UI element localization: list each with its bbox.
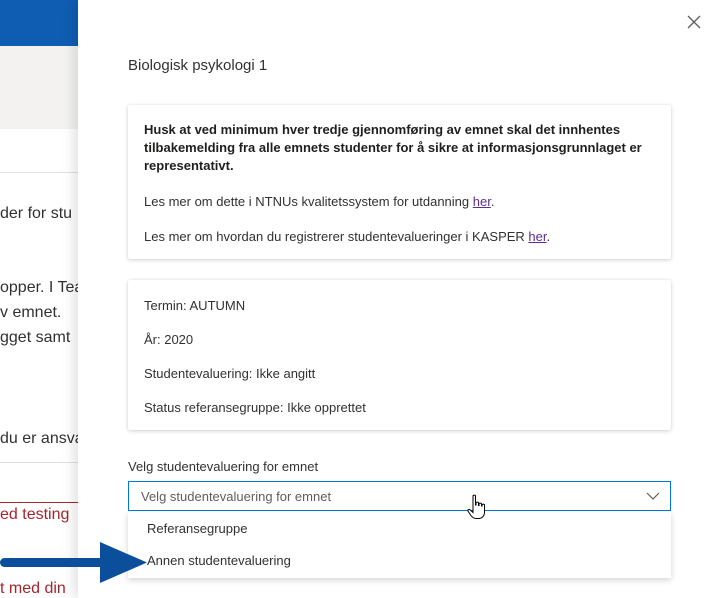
hand-pointer-cursor-icon [467,494,485,519]
background-text: gget samt [0,329,71,346]
background-error-text: ed testing [0,506,70,523]
background-text: v emnet. [0,304,62,321]
panel-title: Biologisk psykologi 1 [128,57,268,74]
dropdown-placeholder: Velg studentevaluering for emnet [141,489,332,504]
option-annen-studentevaluering[interactable]: Annen studentevaluering [128,545,671,577]
background-text: opper. I Tea [0,279,78,296]
info-card: Husk at ved minimum hver tredje gjennomf… [128,105,671,259]
dropdown-options-list: Referansegruppe Annen studentevaluering [128,512,671,578]
termin-text: Termin: AUTUMN [144,298,246,313]
option-referansegruppe[interactable]: Referansegruppe [128,513,671,545]
quality-system-link[interactable]: her [473,194,491,209]
info-notice: Husk at ved minimum hver tredje gjennomf… [144,122,642,173]
background-error-line [0,502,78,503]
side-panel: Biologisk psykologi 1 Husk at ved minimu… [78,0,722,598]
background-text: der for stu [0,205,73,222]
close-icon[interactable] [686,14,702,30]
info-line-quality-system: Les mer om dette i NTNUs kvalitetssystem… [144,194,495,209]
background-text: du er ansva [0,430,78,447]
details-card: Termin: AUTUMN År: 2020 Studentevaluerin… [128,280,671,430]
annotation-arrow-icon [0,542,147,583]
background-topbar [0,0,78,46]
evaluation-select-label: Velg studentevaluering for emnet [128,459,319,474]
year-text: År: 2020 [144,332,194,347]
background-header [0,46,78,129]
kasper-link[interactable]: her [528,229,546,244]
chevron-down-icon [646,492,660,500]
reference-group-status-text: Status referansegruppe: Ikke opprettet [144,400,366,415]
background-page: der for stu opper. I Tea v emnet. gget s… [0,0,78,598]
info-line-kasper: Les mer om hvordan du registrerer studen… [144,229,551,244]
student-evaluation-text: Studentevaluering: Ikke angitt [144,366,316,381]
background-divider [0,172,78,173]
background-divider [0,462,78,463]
evaluation-dropdown[interactable]: Velg studentevaluering for emnet [128,481,671,511]
